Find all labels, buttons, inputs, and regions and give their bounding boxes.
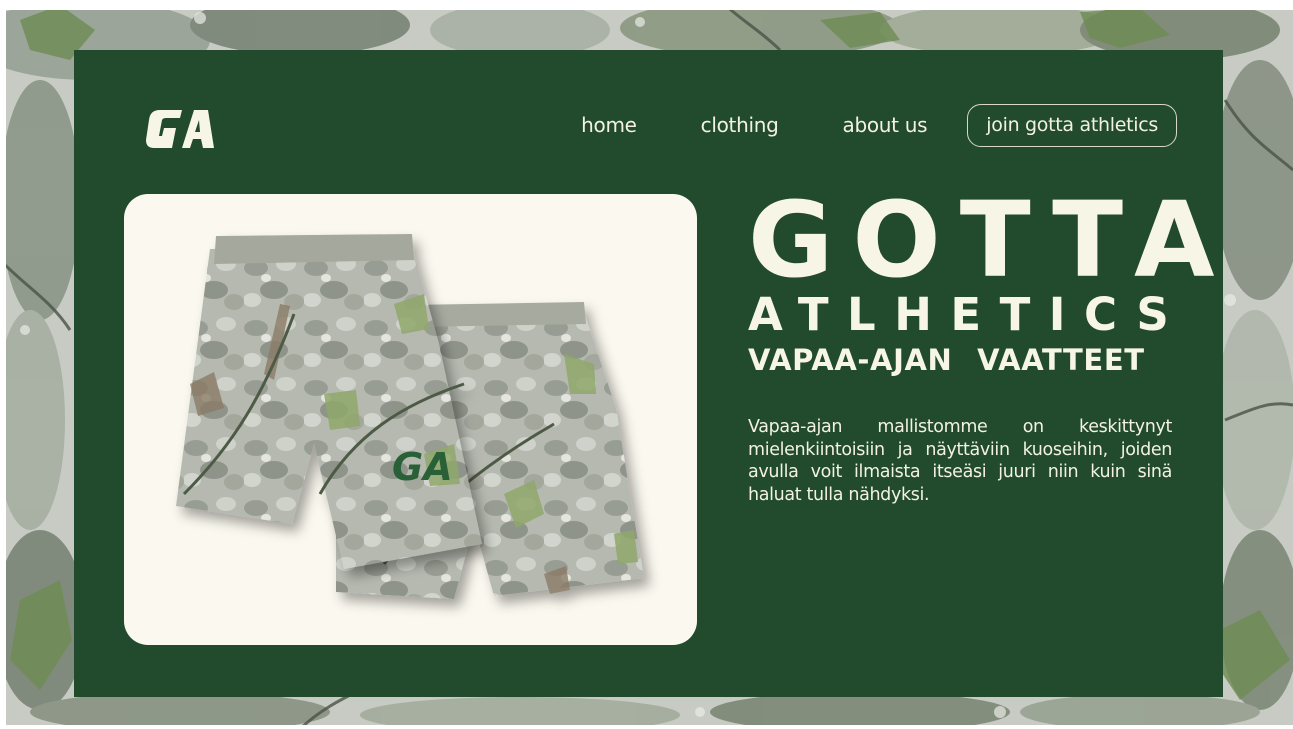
bottom-border <box>0 725 1293 729</box>
nav-about-us[interactable]: about us <box>843 113 928 137</box>
hero-subtitle: ATLHETICS <box>748 288 1188 341</box>
shorts-logo: GA <box>392 445 453 489</box>
hero-panel: home clothing about us join gotta athlet… <box>74 50 1223 697</box>
hero-tagline: VAPAA-AJAN VAATTEET <box>748 343 1145 377</box>
nav-clothing[interactable]: clothing <box>701 113 779 137</box>
join-button[interactable]: join gotta athletics <box>967 103 1177 147</box>
nav-home[interactable]: home <box>581 113 637 137</box>
left-border <box>0 0 6 729</box>
page: home clothing about us join gotta athlet… <box>0 0 1293 729</box>
main-nav: home clothing about us join gotta athlet… <box>581 102 1177 148</box>
hero-title: GOTTA <box>748 179 1234 301</box>
top-border <box>0 0 1293 10</box>
brand-logo[interactable] <box>146 106 218 152</box>
hero-description: Vapaa-ajan mallistomme on keskittynyt mi… <box>748 417 1172 505</box>
product-image-card: GA <box>124 194 697 645</box>
ga-logo-icon <box>146 110 214 148</box>
shorts-product-image: GA <box>176 234 644 599</box>
hero-text: GOTTA ATLHETICS VAPAA-AJAN VAATTEET Vapa… <box>748 179 1234 506</box>
